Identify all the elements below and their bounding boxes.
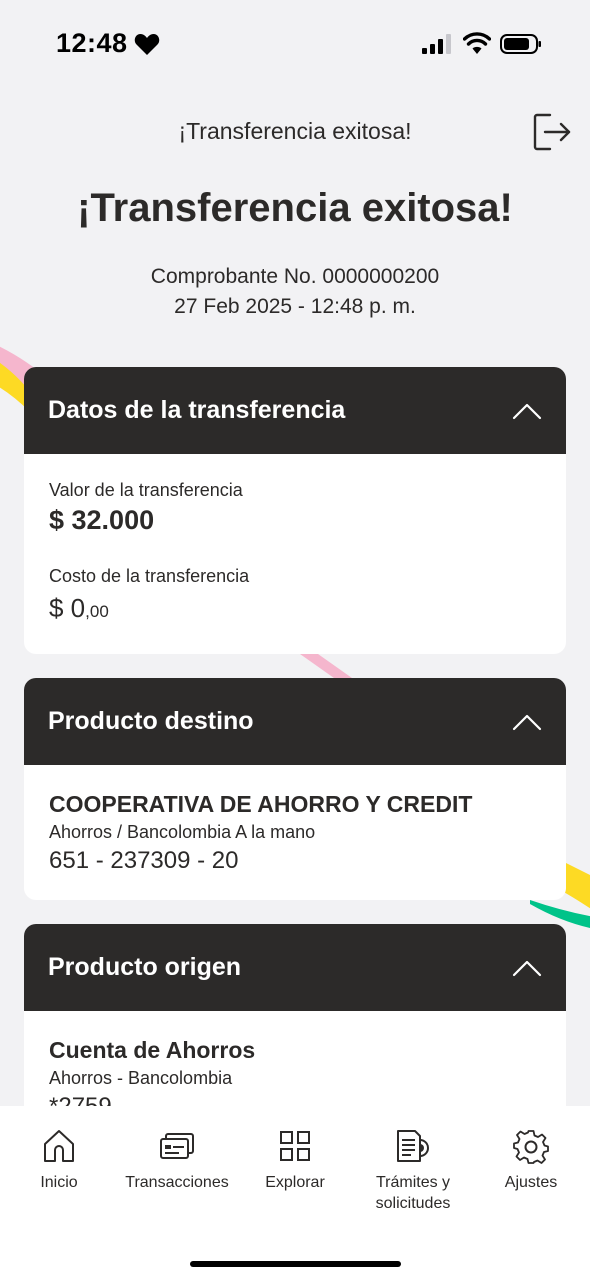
header-title: ¡Transferencia exitosa! — [178, 118, 412, 144]
signal-icon — [422, 34, 451, 54]
transfer-data-header[interactable]: Datos de la transferencia — [24, 367, 566, 454]
status-bar: 12:48 — [0, 0, 590, 88]
nav-label-transacciones: Transacciones — [125, 1174, 229, 1191]
nav-label-explorar: Explorar — [265, 1174, 325, 1191]
nav-item-transacciones[interactable]: Transacciones — [116, 1128, 238, 1193]
origin-name: Cuenta de Ahorros — [49, 1037, 256, 1063]
receipt-number: Comprobante No. 0000000200 — [150, 265, 440, 288]
cards-icon — [160, 1133, 194, 1159]
transfer-data-card: Datos de la transferencia Valor de la tr… — [24, 367, 566, 654]
transfer-cost-label: Costo de la transferencia — [49, 566, 250, 586]
chevron-up-icon[interactable] — [512, 959, 542, 977]
destination-type: Ahorros / Bancolombia A la mano — [49, 822, 316, 842]
receipt-info: Comprobante No. 0000000200 27 Feb 2025 -… — [0, 262, 590, 322]
destination-product-title: Producto destino — [48, 707, 254, 735]
chevron-up-icon[interactable] — [512, 713, 542, 731]
origin-type: Ahorros - Bancolombia — [49, 1068, 233, 1088]
nav-label-tramites: Trámites y solicitudes — [375, 1174, 451, 1212]
nav-item-explorar[interactable]: Explorar — [254, 1128, 336, 1193]
receipt-datetime: 27 Feb 2025 - 12:48 p. m. — [174, 295, 416, 318]
nav-label-ajustes: Ajustes — [504, 1174, 558, 1191]
destination-product-header[interactable]: Producto destino — [24, 678, 566, 765]
home-indicator — [190, 1261, 401, 1267]
battery-icon — [500, 34, 541, 54]
transfer-cost-main: $ 0 — [49, 593, 86, 623]
destination-number: 651 - 237309 - 20 — [49, 847, 239, 874]
nav-label-inicio: Inicio — [40, 1174, 78, 1191]
grid-icon — [280, 1131, 310, 1161]
page-title: ¡Transferencia exitosa! — [77, 186, 513, 230]
nav-item-ajustes[interactable]: Ajustes — [494, 1128, 568, 1193]
destination-product-card: Producto destino COOPERATIVA DE AHORRO Y… — [24, 678, 566, 900]
status-time: 12:48 — [56, 28, 128, 58]
transfer-cost-decimals: ,00 — [85, 602, 109, 621]
origin-product-title: Producto origen — [48, 953, 242, 981]
nav-item-tramites[interactable]: Trámites y solicitudes — [358, 1128, 468, 1214]
logout-icon[interactable] — [532, 112, 572, 152]
transfer-value: $ 32.000 — [49, 505, 155, 535]
transfer-data-title: Datos de la transferencia — [48, 396, 346, 424]
heart-icon — [134, 34, 160, 55]
wifi-icon — [463, 32, 491, 54]
destination-name: COOPERATIVA DE AHORRO Y CREDIT — [49, 791, 473, 817]
document-icon — [397, 1130, 429, 1162]
origin-product-header[interactable]: Producto origen — [24, 924, 566, 1011]
home-icon — [44, 1130, 74, 1162]
gear-icon — [513, 1130, 549, 1164]
chevron-up-icon[interactable] — [512, 402, 542, 420]
nav-item-inicio[interactable]: Inicio — [18, 1128, 100, 1193]
transfer-cost: $ 0,00 — [49, 593, 541, 624]
bottom-navigation: Inicio Transacciones Explorar Trámites y… — [0, 1106, 590, 1280]
transfer-value-label: Valor de la transferencia — [49, 480, 243, 500]
